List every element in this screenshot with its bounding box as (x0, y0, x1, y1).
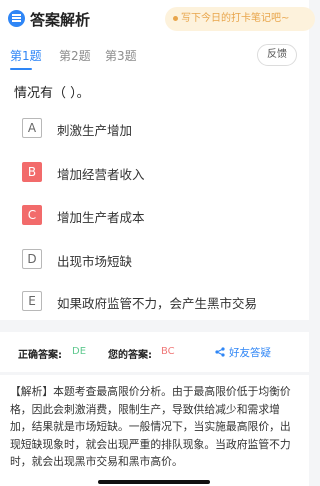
option-letter: C (22, 205, 42, 225)
header-bar: 答案解析 写下今日的打卡笔记吧~ (0, 0, 315, 38)
question-tabs: 第1题 第2题 第3题 反馈 (0, 38, 309, 74)
option-letter: D (22, 249, 42, 269)
active-tab-indicator (10, 68, 32, 70)
home-indicator (98, 480, 210, 484)
tab-question-3[interactable]: 第3题 (105, 47, 137, 64)
feedback-button[interactable]: 反馈 (257, 44, 297, 66)
note-banner[interactable]: 写下今日的打卡笔记吧~ (165, 7, 315, 31)
answer-result-bar: 正确答案: DE 您的答案: BC 好友答疑 (0, 332, 309, 372)
tab-question-1[interactable]: 第1题 (10, 47, 42, 64)
option-text: 刺激生产增加 (57, 123, 133, 138)
note-banner-text: 写下今日的打卡笔记吧~ (181, 13, 290, 24)
question-stem: 情况有（ ）。 (14, 86, 90, 101)
analysis-text: 【解析】本题考查最高限价分析。由于最高限价低于均衡价格，因此会刺激消费，限制生产… (10, 385, 291, 469)
page-title: 答案解析 (30, 11, 91, 29)
option-letter: E (22, 291, 42, 311)
option-text: 增加经营者收入 (57, 167, 145, 182)
your-answer-label: 您的答案: (108, 350, 152, 361)
share-icon (215, 347, 225, 357)
option-text: 出现市场短缺 (57, 254, 133, 269)
correct-answer-label: 正确答案: (18, 350, 62, 361)
analysis-section: 【解析】本题考查最高限价分析。由于最高限价低于均衡价格，因此会刺激消费，限制生产… (0, 375, 309, 486)
option-text: 增加生产者成本 (57, 210, 145, 225)
your-answer-value: BC (161, 346, 175, 357)
question-card: 情况有（ ）。 A 刺激生产增加 B 增加经营者收入 C 增加生产者成本 D 出… (0, 74, 309, 320)
answer-book-icon (8, 10, 25, 27)
option-text: 如果政府监管不力，会产生黑市交易 (57, 296, 258, 311)
ask-friend-label: 好友答疑 (229, 347, 271, 359)
tab-question-2[interactable]: 第2题 (59, 47, 91, 64)
option-letter: B (22, 162, 42, 182)
dot-icon (173, 15, 178, 21)
correct-answer-value: DE (72, 346, 87, 357)
ask-friend-button[interactable]: 好友答疑 (215, 345, 271, 360)
option-letter: A (22, 118, 42, 138)
